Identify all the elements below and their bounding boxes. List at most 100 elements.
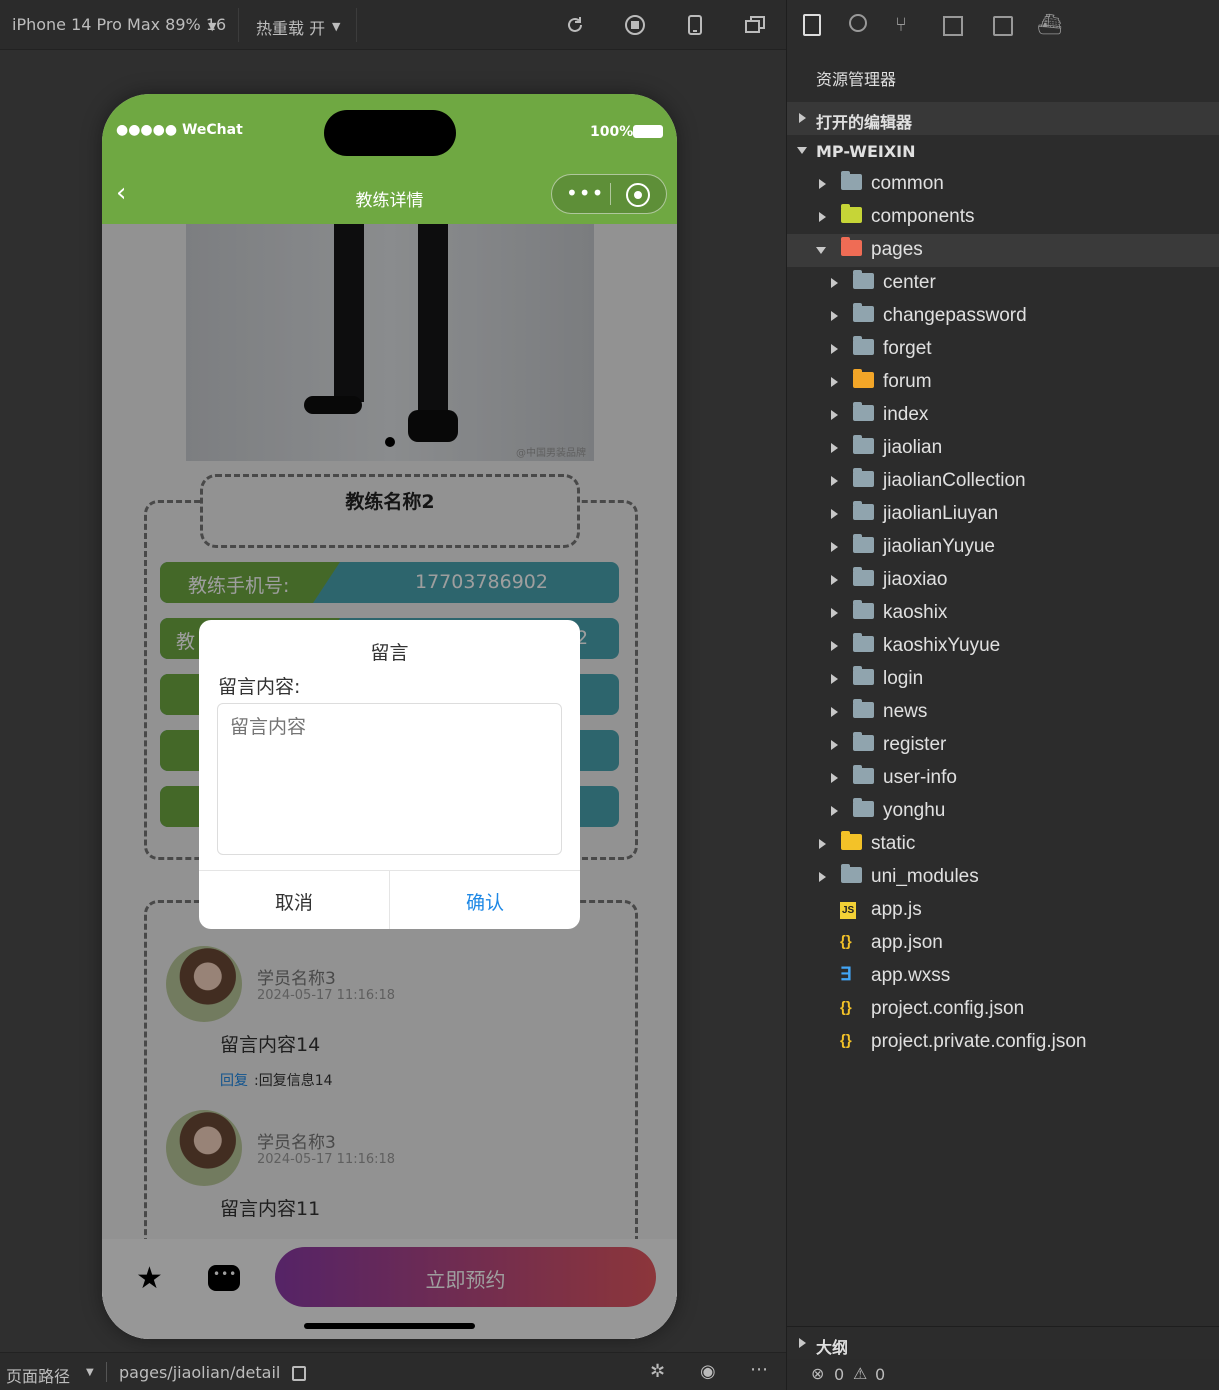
outline-label: 大纲 [816, 1338, 849, 1357]
outline-header[interactable]: 大纲 [787, 1326, 1219, 1359]
refresh-icon[interactable] [564, 14, 586, 36]
more-icon[interactable]: ⋯ [750, 1359, 768, 1380]
chevron-right-icon [831, 641, 838, 651]
folder-icon [853, 501, 874, 520]
confirm-button[interactable]: 确认 [390, 871, 580, 929]
folder-icon [853, 765, 874, 784]
warning-icon: ⚠ [853, 1364, 868, 1383]
folder-icon [853, 402, 874, 421]
tree-folder[interactable]: jiaolianCollection [787, 465, 1219, 498]
tree-item-label: jiaolianLiuyan [883, 503, 999, 524]
project-header[interactable]: MP-WEIXIN [787, 135, 1219, 168]
chevron-right-icon [819, 212, 826, 222]
comment-dialog: 留言 留言内容: 取消 确认 [199, 620, 580, 929]
folder-icon [841, 831, 862, 850]
hot-reload-toggle[interactable]: 热重载 开 [256, 15, 325, 39]
eye-icon[interactable]: ◉ [700, 1361, 716, 1382]
docker-icon[interactable]: ⛴ [1037, 12, 1062, 36]
cancel-button[interactable]: 取消 [199, 871, 389, 929]
folder-icon [853, 699, 874, 718]
folder-icon [841, 204, 862, 223]
tree-item-label: jiaolian [883, 437, 943, 458]
nav-bar: ‹ 教练详情 ••• [102, 166, 677, 224]
page-path-label[interactable]: 页面路径 [6, 1363, 70, 1387]
capsule-menu: ••• [551, 174, 667, 214]
tree-folder[interactable]: common [787, 168, 1219, 201]
warning-count: 0 [875, 1365, 886, 1384]
tree-folder[interactable]: components [787, 201, 1219, 234]
storage-icon[interactable] [993, 16, 1013, 36]
folder-icon [853, 567, 874, 586]
tree-folder[interactable]: changepassword [787, 300, 1219, 333]
carrier-text: ●●●●● WeChat [116, 122, 243, 138]
phone-icon[interactable] [684, 14, 706, 36]
page-path: pages/jiaolian/detail [119, 1363, 281, 1382]
tree-folder[interactable]: news [787, 696, 1219, 729]
tree-file[interactable]: {} project.private.config.json [787, 1026, 1219, 1059]
folder-icon [853, 798, 874, 817]
folder-icon [853, 534, 874, 553]
tree-folder[interactable]: jiaoxiao [787, 564, 1219, 597]
tree-folder[interactable]: forget [787, 333, 1219, 366]
simulator-area: ●●●●● WeChat 100% ‹ 教练详情 ••• @中国男装品牌 教练名… [0, 50, 786, 1352]
chevron-right-icon [831, 740, 838, 750]
bug-icon[interactable]: ✲ [650, 1361, 665, 1382]
chevron-right-icon [831, 575, 838, 585]
search-icon[interactable] [849, 14, 867, 32]
tree-item-label: kaoshix [883, 602, 948, 623]
chevron-right-icon [831, 443, 838, 453]
tree-folder[interactable]: kaoshix [787, 597, 1219, 630]
problems-bar[interactable]: ⊗ 0 ⚠ 0 [787, 1359, 1219, 1390]
close-mini-program-icon[interactable] [626, 183, 650, 207]
tree-folder[interactable]: login [787, 663, 1219, 696]
tree-item-label: app.json [871, 932, 943, 953]
more-icon[interactable]: ••• [566, 181, 604, 205]
window-icon[interactable] [744, 14, 766, 36]
chevron-right-icon [799, 113, 806, 123]
battery-icon [633, 125, 663, 138]
tree-folder[interactable]: jiaolianYuyue [787, 531, 1219, 564]
tree-folder[interactable]: jiaolianLiuyan [787, 498, 1219, 531]
tree-folder[interactable]: index [787, 399, 1219, 432]
tree-item-label: index [883, 404, 929, 425]
capsule-divider [610, 183, 611, 205]
device-selector[interactable]: iPhone 14 Pro Max 89% 16 [12, 15, 226, 34]
json-file-icon: {} [840, 933, 852, 950]
tree-folder[interactable]: user-info [787, 762, 1219, 795]
dynamic-island [324, 110, 456, 156]
tree-folder[interactable]: pages [787, 234, 1219, 267]
tree-folder[interactable]: kaoshixYuyue [787, 630, 1219, 663]
extensions-icon[interactable] [943, 16, 963, 36]
folder-icon [853, 666, 874, 685]
tree-folder[interactable]: register [787, 729, 1219, 762]
files-icon[interactable] [803, 14, 821, 36]
chevron-right-icon [831, 509, 838, 519]
tree-file[interactable]: {} project.config.json [787, 993, 1219, 1026]
chevron-right-icon [831, 608, 838, 618]
tree-folder[interactable]: uni_modules [787, 861, 1219, 894]
copy-icon[interactable] [292, 1366, 306, 1381]
comment-textarea[interactable] [217, 703, 562, 855]
chevron-down-icon: ▼ [332, 20, 341, 33]
stop-icon[interactable] [624, 14, 646, 36]
open-editors-header[interactable]: 打开的编辑器 [787, 102, 1219, 135]
error-count: 0 [834, 1365, 845, 1384]
tree-item-label: forum [883, 371, 932, 392]
tree-folder[interactable]: forum [787, 366, 1219, 399]
error-icon: ⊗ [811, 1364, 825, 1383]
tree-file[interactable]: {} app.json [787, 927, 1219, 960]
divider [238, 8, 239, 42]
tree-folder[interactable]: center [787, 267, 1219, 300]
tree-item-label: jiaolianYuyue [883, 536, 995, 557]
source-control-icon[interactable]: ⑂ [895, 12, 907, 36]
chevron-right-icon [831, 476, 838, 486]
tree-file[interactable]: ∃ app.wxss [787, 960, 1219, 993]
folder-icon [853, 336, 874, 355]
activity-bar: ⑂ ⛴ [787, 0, 1219, 52]
tree-folder[interactable]: yonghu [787, 795, 1219, 828]
tree-folder[interactable]: static [787, 828, 1219, 861]
tree-folder[interactable]: jiaolian [787, 432, 1219, 465]
explorer-panel: ⑂ ⛴ 资源管理器 打开的编辑器 MP-WEIXIN common compone… [786, 0, 1219, 1390]
tree-file[interactable]: JS app.js [787, 894, 1219, 927]
chevron-right-icon [831, 410, 838, 420]
